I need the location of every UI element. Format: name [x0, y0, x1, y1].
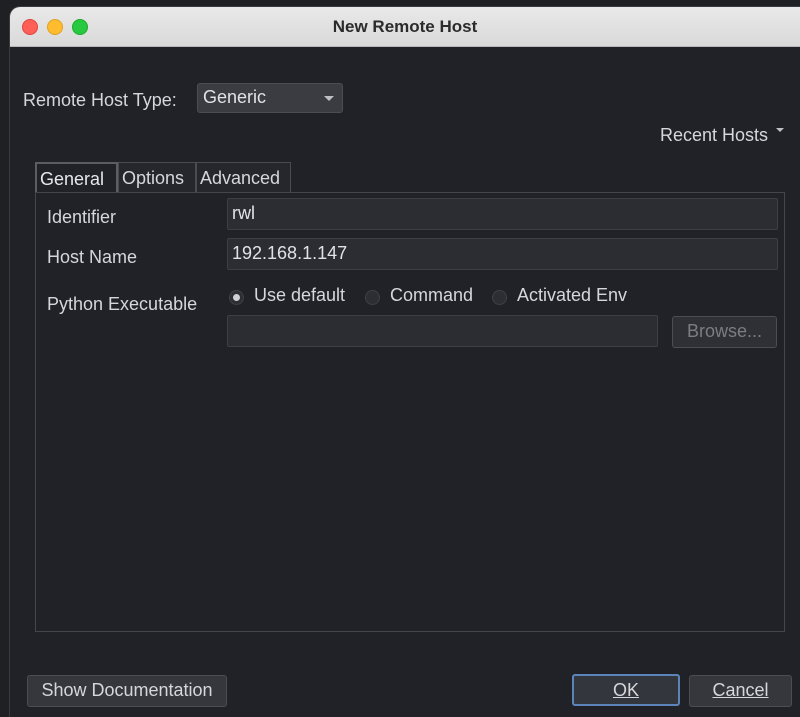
host-name-input[interactable]: 192.168.1.147	[227, 238, 778, 270]
cancel-button-label: Cancel	[712, 680, 769, 700]
radio-command[interactable]	[365, 290, 380, 305]
radio-use-default-label[interactable]: Use default	[254, 285, 345, 306]
cancel-button[interactable]: Cancel	[689, 675, 792, 707]
host-name-label: Host Name	[47, 247, 138, 267]
remote-host-type-label: Remote Host Type:	[23, 90, 177, 110]
title-bar: New Remote Host	[10, 7, 800, 47]
show-documentation-label: Show Documentation	[41, 680, 213, 700]
tab-general[interactable]: General	[35, 162, 118, 192]
chevron-down-icon	[776, 128, 784, 133]
python-executable-label: Python Executable	[47, 294, 198, 314]
browse-button[interactable]: Browse...	[672, 316, 777, 348]
tab-general-label: General	[40, 169, 105, 189]
show-documentation-button[interactable]: Show Documentation	[27, 675, 227, 707]
radio-activated-env-label[interactable]: Activated Env	[517, 285, 627, 306]
radio-use-default[interactable]	[229, 290, 244, 305]
new-remote-host-dialog: New Remote Host Remote Host Type: Generi…	[10, 7, 800, 717]
tab-advanced-label: Advanced	[200, 168, 281, 188]
radio-command-label[interactable]: Command	[390, 285, 473, 306]
python-executable-path-input[interactable]	[227, 315, 658, 347]
tab-options-label: Options	[122, 168, 185, 188]
identifier-input[interactable]: rwl	[227, 198, 778, 230]
ok-button-label: OK	[612, 680, 639, 700]
chevron-down-icon	[324, 96, 334, 101]
remote-host-type-select[interactable]: Generic	[197, 83, 343, 113]
radio-activated-env[interactable]	[492, 290, 507, 305]
recent-hosts-label: Recent Hosts	[659, 125, 768, 145]
recent-hosts-menu[interactable]: Recent Hosts	[660, 125, 784, 146]
ok-button[interactable]: OK	[572, 674, 680, 706]
tab-options[interactable]: Options	[118, 162, 196, 192]
identifier-label: Identifier	[47, 207, 117, 227]
browse-button-label: Browse...	[686, 321, 763, 341]
remote-host-type-value: Generic	[203, 87, 267, 107]
tab-advanced[interactable]: Advanced	[196, 162, 291, 192]
window-title: New Remote Host	[332, 17, 478, 36]
